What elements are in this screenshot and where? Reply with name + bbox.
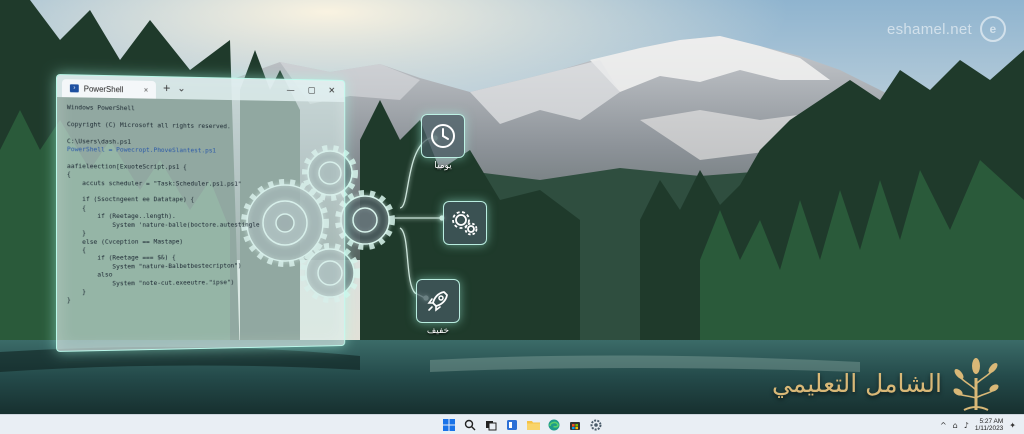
feature-light: خفيف (416, 279, 460, 336)
powershell-icon: › (70, 84, 79, 92)
tab-title: PowerShell (84, 84, 124, 94)
volume-icon[interactable]: ♪ (964, 421, 969, 430)
powershell-window[interactable]: › PowerShell × + ⌄ — ▢ ✕ Windows PowerSh… (56, 74, 345, 352)
tree-logo-icon (950, 354, 1002, 412)
close-button[interactable]: ✕ (328, 86, 335, 96)
maximize-button[interactable]: ▢ (308, 86, 316, 96)
store-icon[interactable] (567, 417, 583, 433)
taskbar: ^ ⌂ ♪ 5:27 AM 1/11/2023 ✦ (0, 414, 1024, 434)
feature-daily: يوميا (421, 114, 465, 171)
new-tab-button[interactable]: + (163, 83, 171, 94)
task-view-icon[interactable] (483, 417, 499, 433)
taskbar-clock[interactable]: 5:27 AM 1/11/2023 (975, 418, 1003, 433)
powershell-tab[interactable]: › PowerShell × (62, 79, 156, 99)
clock-icon (421, 114, 465, 158)
settings-icon[interactable] (588, 417, 604, 433)
edge-icon[interactable] (546, 417, 562, 433)
terminal-line: if (Reetage..length). (67, 212, 335, 220)
terminal-line: { (67, 204, 335, 212)
terminal-line: if (Ssoctngeent ee Datatape) { (67, 195, 335, 204)
feature-light-label: خفيف (427, 326, 449, 336)
terminal-output[interactable]: Windows PowerShell Copyright (C) Microso… (57, 97, 344, 311)
clock-date: 1/11/2023 (975, 425, 1003, 433)
widgets-icon[interactable] (504, 417, 520, 433)
clock-time: 5:27 AM (979, 418, 1003, 426)
rocket-icon (416, 279, 460, 323)
system-tray: ^ ⌂ ♪ 5:27 AM 1/11/2023 ✦ (940, 415, 1016, 434)
taskbar-apps (441, 417, 604, 433)
windows-start-icon[interactable] (441, 417, 457, 433)
tray-chevron-icon[interactable]: ^ (940, 421, 947, 430)
feature-settings (443, 201, 487, 245)
site-logo-icon: e (980, 16, 1006, 42)
brand-logo: الشامل التعليمي (772, 354, 1002, 412)
network-icon[interactable]: ⌂ (953, 421, 958, 430)
search-icon[interactable] (462, 417, 478, 433)
file-explorer-icon[interactable] (525, 417, 541, 433)
minimize-button[interactable]: — (286, 86, 294, 96)
brand-name: الشامل التعليمي (772, 369, 942, 398)
site-url: eshamel.net (887, 21, 972, 38)
close-tab-icon[interactable]: × (144, 85, 149, 94)
gears-icon (443, 201, 487, 245)
terminal-line: accuts scheduler = "Task:Scheduler.ps1.p… (67, 179, 335, 188)
tab-dropdown-button[interactable]: ⌄ (177, 83, 185, 94)
notification-icon[interactable]: ✦ (1009, 421, 1016, 430)
feature-daily-label: يوميا (434, 161, 451, 171)
site-watermark: eshamel.net e (887, 16, 1006, 42)
